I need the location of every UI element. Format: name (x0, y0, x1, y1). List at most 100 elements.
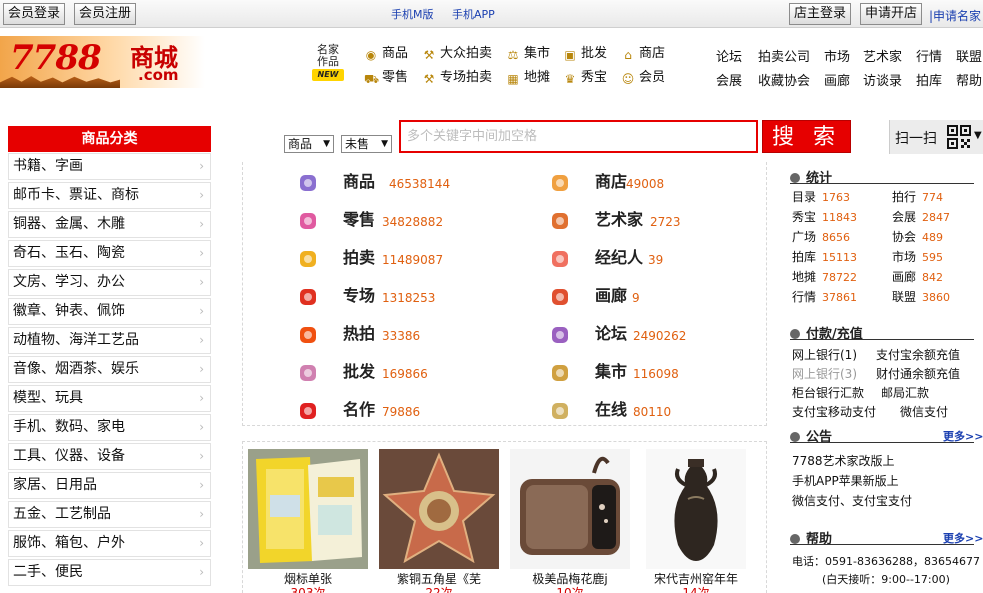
category-item[interactable]: 动植物、海洋工艺品 › (8, 327, 211, 354)
stat-link[interactable]: 艺术家 2723 (549, 208, 749, 232)
nav-link[interactable]: 论坛 (716, 46, 742, 65)
stat-count: 9 (632, 291, 640, 305)
nav-link[interactable]: 拍卖公司 (758, 46, 810, 65)
member-login-button[interactable]: 会员登录 (3, 3, 66, 25)
category-item[interactable]: 工具、仪器、设备 › (8, 443, 211, 470)
payment-link[interactable]: 柜台银行汇款 (792, 384, 864, 401)
payment-link[interactable]: 支付宝移动支付 (792, 403, 876, 420)
nav-link[interactable]: ♛ 秀宝 (563, 69, 607, 87)
category-item[interactable]: 文房、学习、办公 › (8, 269, 211, 296)
stat-link[interactable]: 名作 79886 (297, 398, 497, 422)
notice-item[interactable]: 7788艺术家改版上 (792, 452, 895, 469)
chevron-right-icon: › (199, 478, 204, 492)
category-item-label: 书籍、字画 (13, 158, 83, 174)
nav-link[interactable]: ⛟ 零售 (364, 69, 408, 87)
nav-link[interactable]: 联盟 (956, 46, 982, 65)
scale-icon: ⚖ (507, 48, 519, 62)
stat-link[interactable]: 专场 1318253 (297, 284, 497, 308)
member-register-button[interactable]: 会员注册 (74, 3, 137, 25)
category-item[interactable]: 音像、烟酒茶、娱乐 › (8, 356, 211, 383)
nav-link[interactable]: ☺ 会员 (621, 69, 665, 87)
mobile-version-link[interactable]: 手机M版 (391, 6, 434, 22)
right-stat-link[interactable]: 地摊 78722 (792, 268, 857, 285)
nav-link[interactable]: ▣ 批发 (563, 45, 607, 63)
notice-item[interactable]: 手机APP苹果新版上 (792, 472, 899, 489)
apply-domain-link[interactable]: |申请名家 (929, 7, 981, 24)
nav-link[interactable]: 拍库 (916, 70, 942, 89)
product-card[interactable]: 极美品梅花鹿j 10次 (510, 449, 630, 593)
category-item[interactable]: 家居、日用品 › (8, 472, 211, 499)
mobile-app-link[interactable]: 手机APP (452, 6, 495, 22)
category-item[interactable]: 服饰、箱包、户外 › (8, 530, 211, 557)
site-logo[interactable]: 7788 商城 .com (0, 36, 205, 88)
nav-link[interactable]: 行情 (916, 46, 942, 65)
product-card[interactable]: 紫铜五角星《芜 22次 (379, 449, 499, 593)
stat-link[interactable]: 论坛 2490262 (549, 322, 749, 346)
category-item[interactable]: 徽章、钟表、佩饰 › (8, 298, 211, 325)
sale-status-select[interactable]: 未售 ▼ (341, 135, 392, 153)
nav-link[interactable]: 访谈录 (863, 70, 902, 89)
category-item[interactable]: 邮币卡、票证、商标 › (8, 182, 211, 209)
famous-works-link[interactable]: 名家 作品 NEW (312, 44, 344, 81)
stat-link[interactable]: 热拍 33386 (297, 322, 497, 346)
stat-link[interactable]: 经纪人 39 (549, 246, 749, 270)
right-stat-link[interactable]: 广场 8656 (792, 228, 850, 245)
search-input[interactable] (399, 120, 758, 153)
nav-link[interactable]: 帮助 (956, 70, 982, 89)
right-stat-link[interactable]: 会展 2847 (892, 208, 950, 225)
product-card[interactable]: 烟标单张 303次 (248, 449, 368, 593)
payment-link[interactable]: 邮局汇款 (881, 384, 929, 401)
stat-link[interactable]: 商店 49008 (549, 170, 749, 194)
stat-link[interactable]: 集市 116098 (549, 360, 749, 384)
notice-item[interactable]: 微信支付、支付宝支付 (792, 492, 912, 509)
search-type-select[interactable]: 商品 ▼ (284, 135, 334, 153)
nav-link[interactable]: 收藏协会 (758, 70, 810, 89)
category-item[interactable]: 模型、玩具 › (8, 385, 211, 412)
product-card[interactable]: 宋代吉州窑年年 14次 (646, 449, 746, 593)
right-stat-label: 行情 (792, 290, 817, 304)
shop-login-button[interactable]: 店主登录 (789, 3, 852, 25)
category-item[interactable]: 奇石、玉石、陶瓷 › (8, 240, 211, 267)
stat-link[interactable]: 零售 34828882 (297, 208, 497, 232)
right-stat-link[interactable]: 协会 489 (892, 228, 943, 245)
stat-link[interactable]: 批发 169866 (297, 360, 497, 384)
right-stat-link[interactable]: 拍行 774 (892, 188, 943, 205)
nav-link-label: 秀宝 (581, 70, 608, 85)
nav-link[interactable]: ⌂ 商店 (621, 45, 665, 63)
nav-link[interactable]: ⚒ 专场拍卖 (422, 69, 492, 87)
right-stat-link[interactable]: 目录 1763 (792, 188, 850, 205)
right-stat-link[interactable]: 联盟 3860 (892, 288, 950, 305)
nav-link[interactable]: 会展 (716, 70, 742, 89)
nav-link[interactable]: 画廊 (824, 70, 850, 89)
payment-link[interactable]: 微信支付 (900, 403, 948, 420)
right-stat-link[interactable]: 秀宝 11843 (792, 208, 857, 225)
nav-link[interactable]: ⚖ 集市 (506, 45, 550, 63)
category-item[interactable]: 铜器、金属、木雕 › (8, 211, 211, 238)
payment-link[interactable]: 网上银行(1) (792, 346, 857, 363)
scan-qr-dropdown[interactable]: 扫一扫 ▼ (889, 120, 983, 154)
stat-link[interactable]: 在线 80110 (549, 398, 749, 422)
nav-link[interactable]: ◉ 商品 (364, 45, 408, 63)
category-item[interactable]: 书籍、字画 › (8, 153, 211, 180)
stat-link[interactable]: 商品 46538144 (297, 170, 497, 194)
nav-link[interactable]: ⚒ 大众拍卖 (422, 45, 492, 63)
search-button[interactable]: 搜 索 (762, 120, 851, 153)
right-stat-link[interactable]: 行情 37861 (792, 288, 857, 305)
category-item[interactable]: 二手、便民 › (8, 559, 211, 586)
box-icon: ▣ (564, 48, 576, 62)
nav-link[interactable]: ▦ 地摊 (506, 69, 550, 87)
nav-link[interactable]: 艺术家 (863, 46, 902, 65)
open-shop-button[interactable]: 申请开店 (860, 3, 923, 25)
stat-link[interactable]: 拍卖 11489087 (297, 246, 497, 270)
product-count: 10次 (556, 586, 584, 593)
right-stat-link[interactable]: 画廊 842 (892, 268, 943, 285)
category-item[interactable]: 五金、工艺制品 › (8, 501, 211, 528)
right-stat-link[interactable]: 市场 595 (892, 248, 943, 265)
right-stat-link[interactable]: 拍库 15113 (792, 248, 857, 265)
payment-link[interactable]: 支付宝余额充值 (876, 346, 960, 363)
nav-link[interactable]: 市场 (824, 46, 850, 65)
category-item[interactable]: 手机、数码、家电 › (8, 414, 211, 441)
payment-link[interactable]: 财付通余额充值 (876, 365, 960, 382)
payment-link[interactable]: 网上银行(3) (792, 365, 857, 382)
stat-link[interactable]: 画廊 9 (549, 284, 749, 308)
